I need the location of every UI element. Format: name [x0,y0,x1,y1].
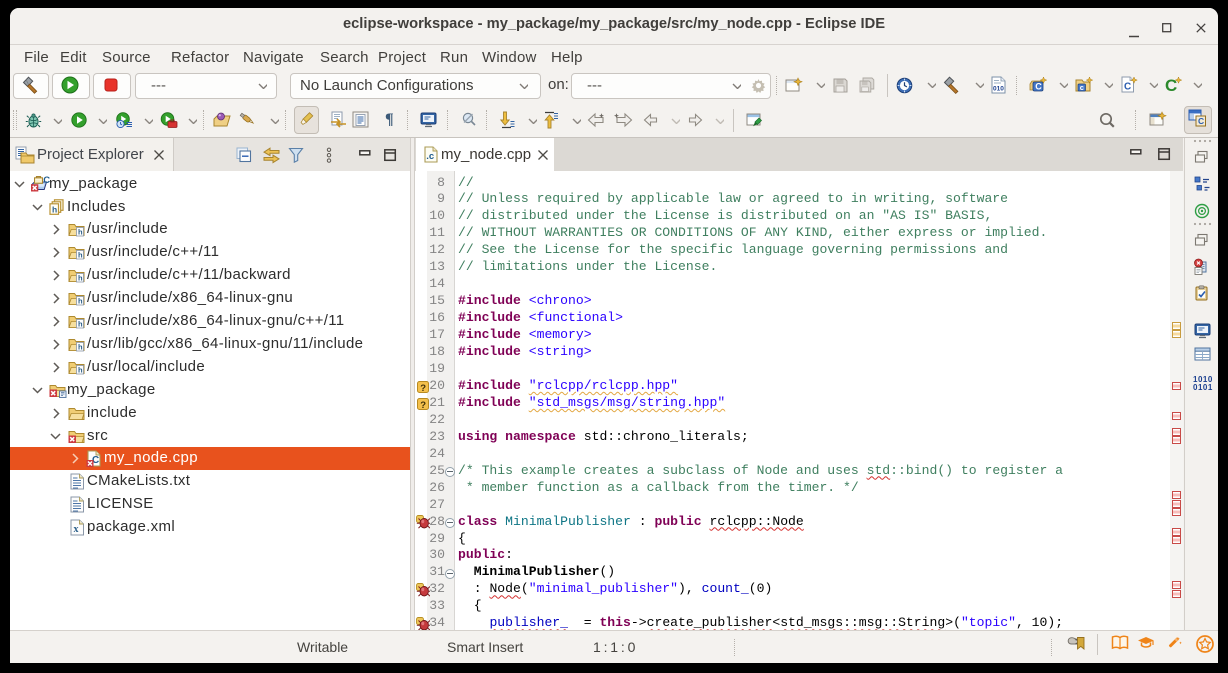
svg-text:.c: .c [426,151,434,162]
svg-text:?: ? [420,399,426,409]
svg-text:h: h [78,228,83,237]
svg-text:h: h [78,320,83,329]
svg-text:h: h [78,365,83,374]
svg-text:h: h [78,251,83,260]
svg-text:C: C [1035,82,1042,92]
svg-text:h: h [52,204,58,214]
svg-text:C: C [1198,116,1204,126]
svg-text:?: ? [420,382,426,392]
svg-text:010: 010 [993,86,1004,93]
svg-text:C: C [1165,76,1177,94]
svg-text:h: h [78,274,83,283]
svg-text:x: x [74,524,79,535]
svg-text:h: h [78,297,83,306]
svg-text:C: C [1124,82,1131,93]
svg-text:c: c [1080,83,1084,92]
svg-text:h: h [78,342,83,351]
